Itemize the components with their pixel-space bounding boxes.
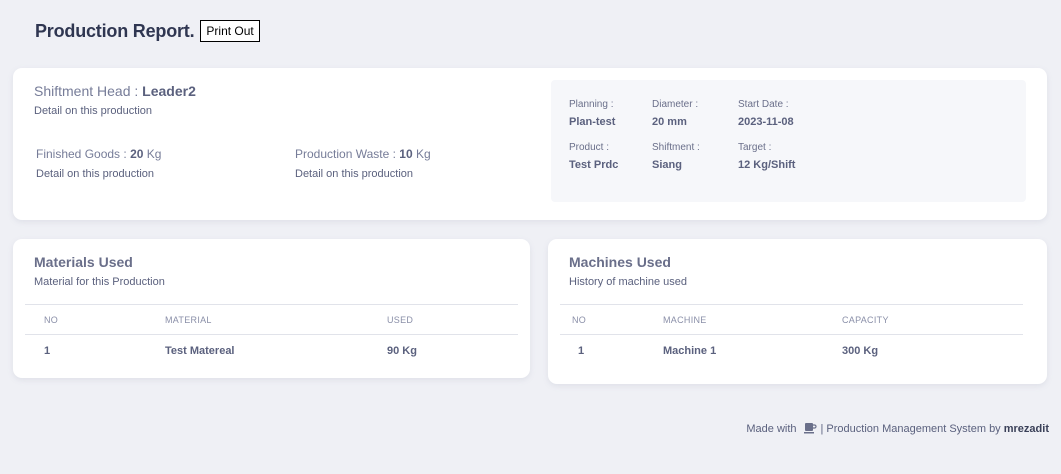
production-waste-unit: Kg xyxy=(412,147,431,161)
info-start-date-label: Start Date : xyxy=(738,99,789,110)
machines-used-card: Machines Used History of machine used NO… xyxy=(548,239,1047,384)
shiftment-head-value: Leader2 xyxy=(142,83,196,99)
shiftment-head-label: Shiftment Head : xyxy=(34,83,143,99)
machines-table: NO MACHINE CAPACITY 1 Machine 1 300 Kg xyxy=(560,304,1023,367)
info-planning-label: Planning : xyxy=(569,99,614,110)
info-product-value: Test Prdc xyxy=(569,159,619,171)
finished-goods-unit: Kg xyxy=(143,147,162,161)
shiftment-head-desc: Detail on this production xyxy=(34,105,153,117)
materials-table-header: NO MATERIAL USED xyxy=(25,305,518,335)
production-waste-value: 10 xyxy=(399,147,413,161)
info-diameter: Diameter : 20 mm xyxy=(652,99,698,128)
info-diameter-label: Diameter : xyxy=(652,99,699,110)
info-planning-value: Plan-test xyxy=(569,116,616,128)
production-waste-label: Production Waste : xyxy=(295,147,400,161)
production-waste-stat: Production Waste : 10 Kg Detail on this … xyxy=(295,147,431,180)
info-target-label: Target : xyxy=(738,142,772,153)
machines-cell-machine: Machine 1 xyxy=(663,345,717,357)
info-diameter-value: 20 mm xyxy=(652,116,687,128)
machines-subtitle: History of machine used xyxy=(569,276,687,288)
materials-table: NO MATERIAL USED 1 Test Matereal 90 Kg xyxy=(25,304,518,367)
finished-goods-value: 20 xyxy=(130,147,144,161)
finished-goods-label: Finished Goods : xyxy=(36,147,131,161)
materials-cell-material: Test Matereal xyxy=(165,345,235,357)
coffee-icon xyxy=(803,421,817,435)
materials-col-used: USED xyxy=(387,315,414,325)
info-product: Product : Test Prdc xyxy=(569,142,618,171)
info-start-date-value: 2023-11-08 xyxy=(738,116,794,128)
info-shiftment-label: Shiftment : xyxy=(652,142,700,153)
page-header: Production Report. Print Out xyxy=(35,20,260,42)
info-target: Target : 12 Kg/Shift xyxy=(738,142,795,171)
info-start-date: Start Date : 2023-11-08 xyxy=(738,99,794,128)
machines-col-no: NO xyxy=(572,315,587,325)
footer: Made with | Production Management System… xyxy=(746,421,1049,437)
machines-cell-capacity: 300 Kg xyxy=(842,345,879,357)
materials-title: Materials Used xyxy=(34,254,133,270)
footer-author[interactable]: mrezadit xyxy=(1004,423,1049,435)
info-product-label: Product : xyxy=(569,142,610,153)
production-info-box: Planning : Plan-test Diameter : 20 mm St… xyxy=(551,80,1026,202)
shiftment-head: Shiftment Head : Leader2 xyxy=(34,83,196,99)
table-row: 1 Machine 1 300 Kg xyxy=(560,335,1023,367)
materials-cell-used: 90 Kg xyxy=(387,345,417,357)
info-shiftment: Shiftment : Siang xyxy=(652,142,700,171)
table-row: 1 Test Matereal 90 Kg xyxy=(25,335,518,367)
info-target-value: 12 Kg/Shift xyxy=(738,159,796,171)
finished-goods-stat: Finished Goods : 20 Kg Detail on this pr… xyxy=(36,147,161,180)
materials-cell-no: 1 xyxy=(44,345,51,357)
machines-col-machine: MACHINE xyxy=(663,315,707,325)
materials-col-material: MATERIAL xyxy=(165,315,212,325)
machines-title: Machines Used xyxy=(569,254,671,270)
machines-col-capacity: CAPACITY xyxy=(842,315,889,325)
materials-subtitle: Material for this Production xyxy=(34,276,165,288)
materials-used-card: Materials Used Material for this Product… xyxy=(13,239,530,378)
info-planning: Planning : Plan-test xyxy=(569,99,615,128)
production-summary-card: Shiftment Head : Leader2 Detail on this … xyxy=(13,68,1047,220)
footer-made-with: Made with xyxy=(746,423,797,435)
info-shiftment-value: Siang xyxy=(652,159,682,171)
production-waste-desc: Detail on this production xyxy=(295,168,414,180)
machines-cell-no: 1 xyxy=(578,345,585,357)
materials-col-no: NO xyxy=(44,315,59,325)
print-out-button[interactable]: Print Out xyxy=(200,20,260,42)
page-title: Production Report. xyxy=(35,20,195,41)
finished-goods-desc: Detail on this production xyxy=(36,168,155,180)
footer-text: | Production Management System by xyxy=(820,423,1001,435)
machines-table-header: NO MACHINE CAPACITY xyxy=(560,305,1023,335)
